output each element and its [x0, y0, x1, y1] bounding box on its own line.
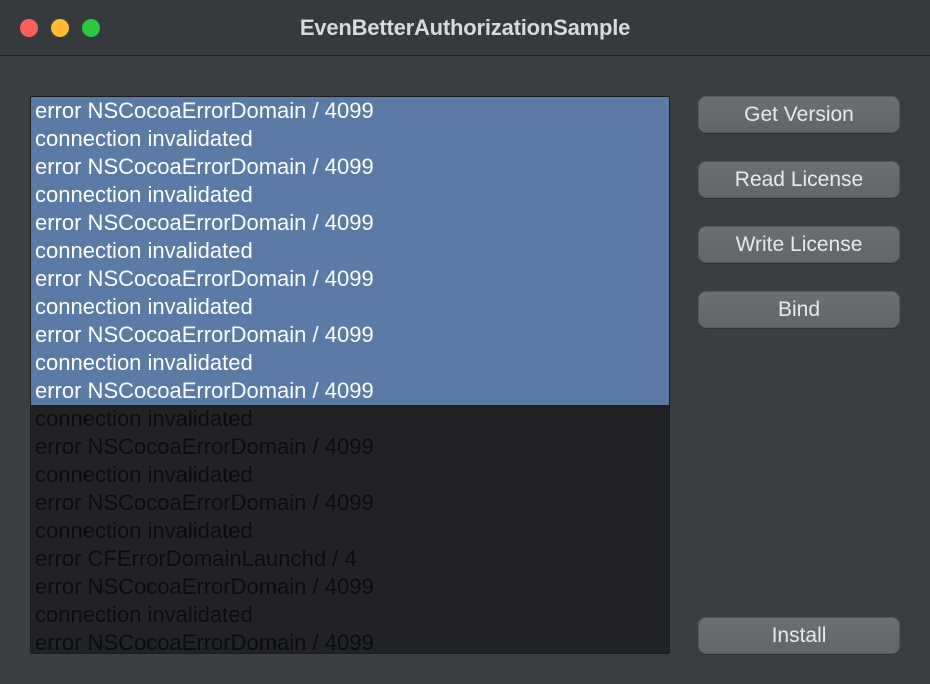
window-title: EvenBetterAuthorizationSample: [0, 15, 930, 41]
log-line[interactable]: connection invalidated: [31, 405, 669, 433]
log-line[interactable]: connection invalidated: [31, 125, 669, 153]
log-line[interactable]: connection invalidated: [31, 293, 669, 321]
read-license-button[interactable]: Read License: [698, 161, 900, 198]
close-icon[interactable]: [20, 19, 38, 37]
traffic-lights: [20, 19, 100, 37]
log-line[interactable]: connection invalidated: [31, 349, 669, 377]
log-line[interactable]: error NSCocoaErrorDomain / 4099: [31, 489, 669, 517]
log-line[interactable]: error NSCocoaErrorDomain / 4099: [31, 573, 669, 601]
log-line[interactable]: error NSCocoaErrorDomain / 4099: [31, 629, 669, 654]
log-line[interactable]: connection invalidated: [31, 237, 669, 265]
minimize-icon[interactable]: [51, 19, 69, 37]
log-line[interactable]: connection invalidated: [31, 461, 669, 489]
log-line[interactable]: error NSCocoaErrorDomain / 4099: [31, 321, 669, 349]
log-line[interactable]: error NSCocoaErrorDomain / 4099: [31, 433, 669, 461]
button-sidebar: Get Version Read License Write License B…: [698, 96, 900, 654]
install-button[interactable]: Install: [698, 617, 900, 654]
get-version-button[interactable]: Get Version: [698, 96, 900, 133]
content-area: error NSCocoaErrorDomain / 4099connectio…: [0, 56, 930, 684]
log-line[interactable]: error NSCocoaErrorDomain / 4099: [31, 377, 669, 405]
log-line[interactable]: error NSCocoaErrorDomain / 4099: [31, 265, 669, 293]
maximize-icon[interactable]: [82, 19, 100, 37]
log-line[interactable]: error NSCocoaErrorDomain / 4099: [31, 209, 669, 237]
log-line[interactable]: error NSCocoaErrorDomain / 4099: [31, 153, 669, 181]
log-line[interactable]: connection invalidated: [31, 601, 669, 629]
spacer: [698, 356, 900, 589]
log-line[interactable]: error CFErrorDomainLaunchd / 4: [31, 545, 669, 573]
write-license-button[interactable]: Write License: [698, 226, 900, 263]
bind-button[interactable]: Bind: [698, 291, 900, 328]
log-line[interactable]: error NSCocoaErrorDomain / 4099: [31, 97, 669, 125]
titlebar: EvenBetterAuthorizationSample: [0, 0, 930, 56]
log-line[interactable]: connection invalidated: [31, 181, 669, 209]
log-line[interactable]: connection invalidated: [31, 517, 669, 545]
log-text-view[interactable]: error NSCocoaErrorDomain / 4099connectio…: [30, 96, 670, 654]
